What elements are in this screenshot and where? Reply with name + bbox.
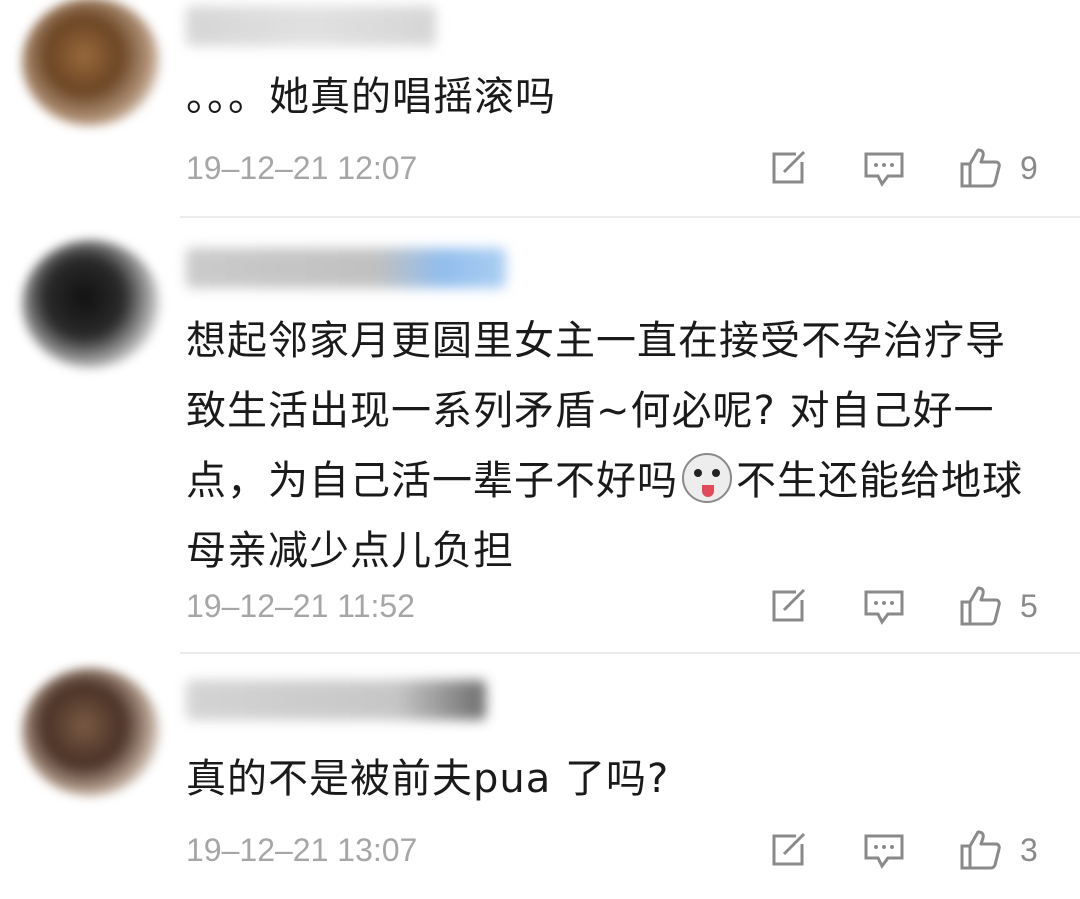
thumbs-up-icon[interactable] [958,584,1002,628]
comment-timestamp: 19–12–21 12:07 [186,150,418,186]
comment-meta: 19–12–21 12:07 9 [186,144,1046,194]
avatar[interactable] [22,668,160,796]
comment-bubble-icon[interactable] [862,146,906,190]
husky-dog-emoji-icon [682,453,732,503]
like-count: 3 [1020,832,1038,868]
username-redacted[interactable] [186,680,486,720]
comment-timestamp: 19–12–21 11:52 [186,588,415,624]
comment-meta: 19–12–21 13:07 3 [186,826,1046,876]
comment-timestamp: 19–12–21 13:07 [186,832,418,868]
comment-bubble-icon[interactable] [862,584,906,628]
share-edit-icon[interactable] [766,828,810,872]
comment-divider [180,216,1080,218]
share-edit-icon[interactable] [766,146,810,190]
comment-meta: 19–12–21 11:52 5 [186,582,1046,632]
username-redacted[interactable] [186,6,436,46]
thumbs-up-icon[interactable] [958,146,1002,190]
comment-text: 想起邻家月更圆里女主一直在接受不孕治疗导致生活出现一系列矛盾~何必呢? 对自己好… [186,306,1046,586]
comment-text: 。。。她真的唱摇滚吗 [186,74,556,120]
comment-text: 真的不是被前夫pua 了吗? [186,756,670,802]
thumbs-up-icon[interactable] [958,828,1002,872]
like-count: 5 [1020,588,1038,624]
like-count: 9 [1020,150,1038,186]
username-redacted[interactable] [186,248,506,288]
comment-bubble-icon[interactable] [862,828,906,872]
comment-divider [180,652,1080,654]
avatar[interactable] [22,240,160,368]
avatar[interactable] [22,0,160,126]
share-edit-icon[interactable] [766,584,810,628]
